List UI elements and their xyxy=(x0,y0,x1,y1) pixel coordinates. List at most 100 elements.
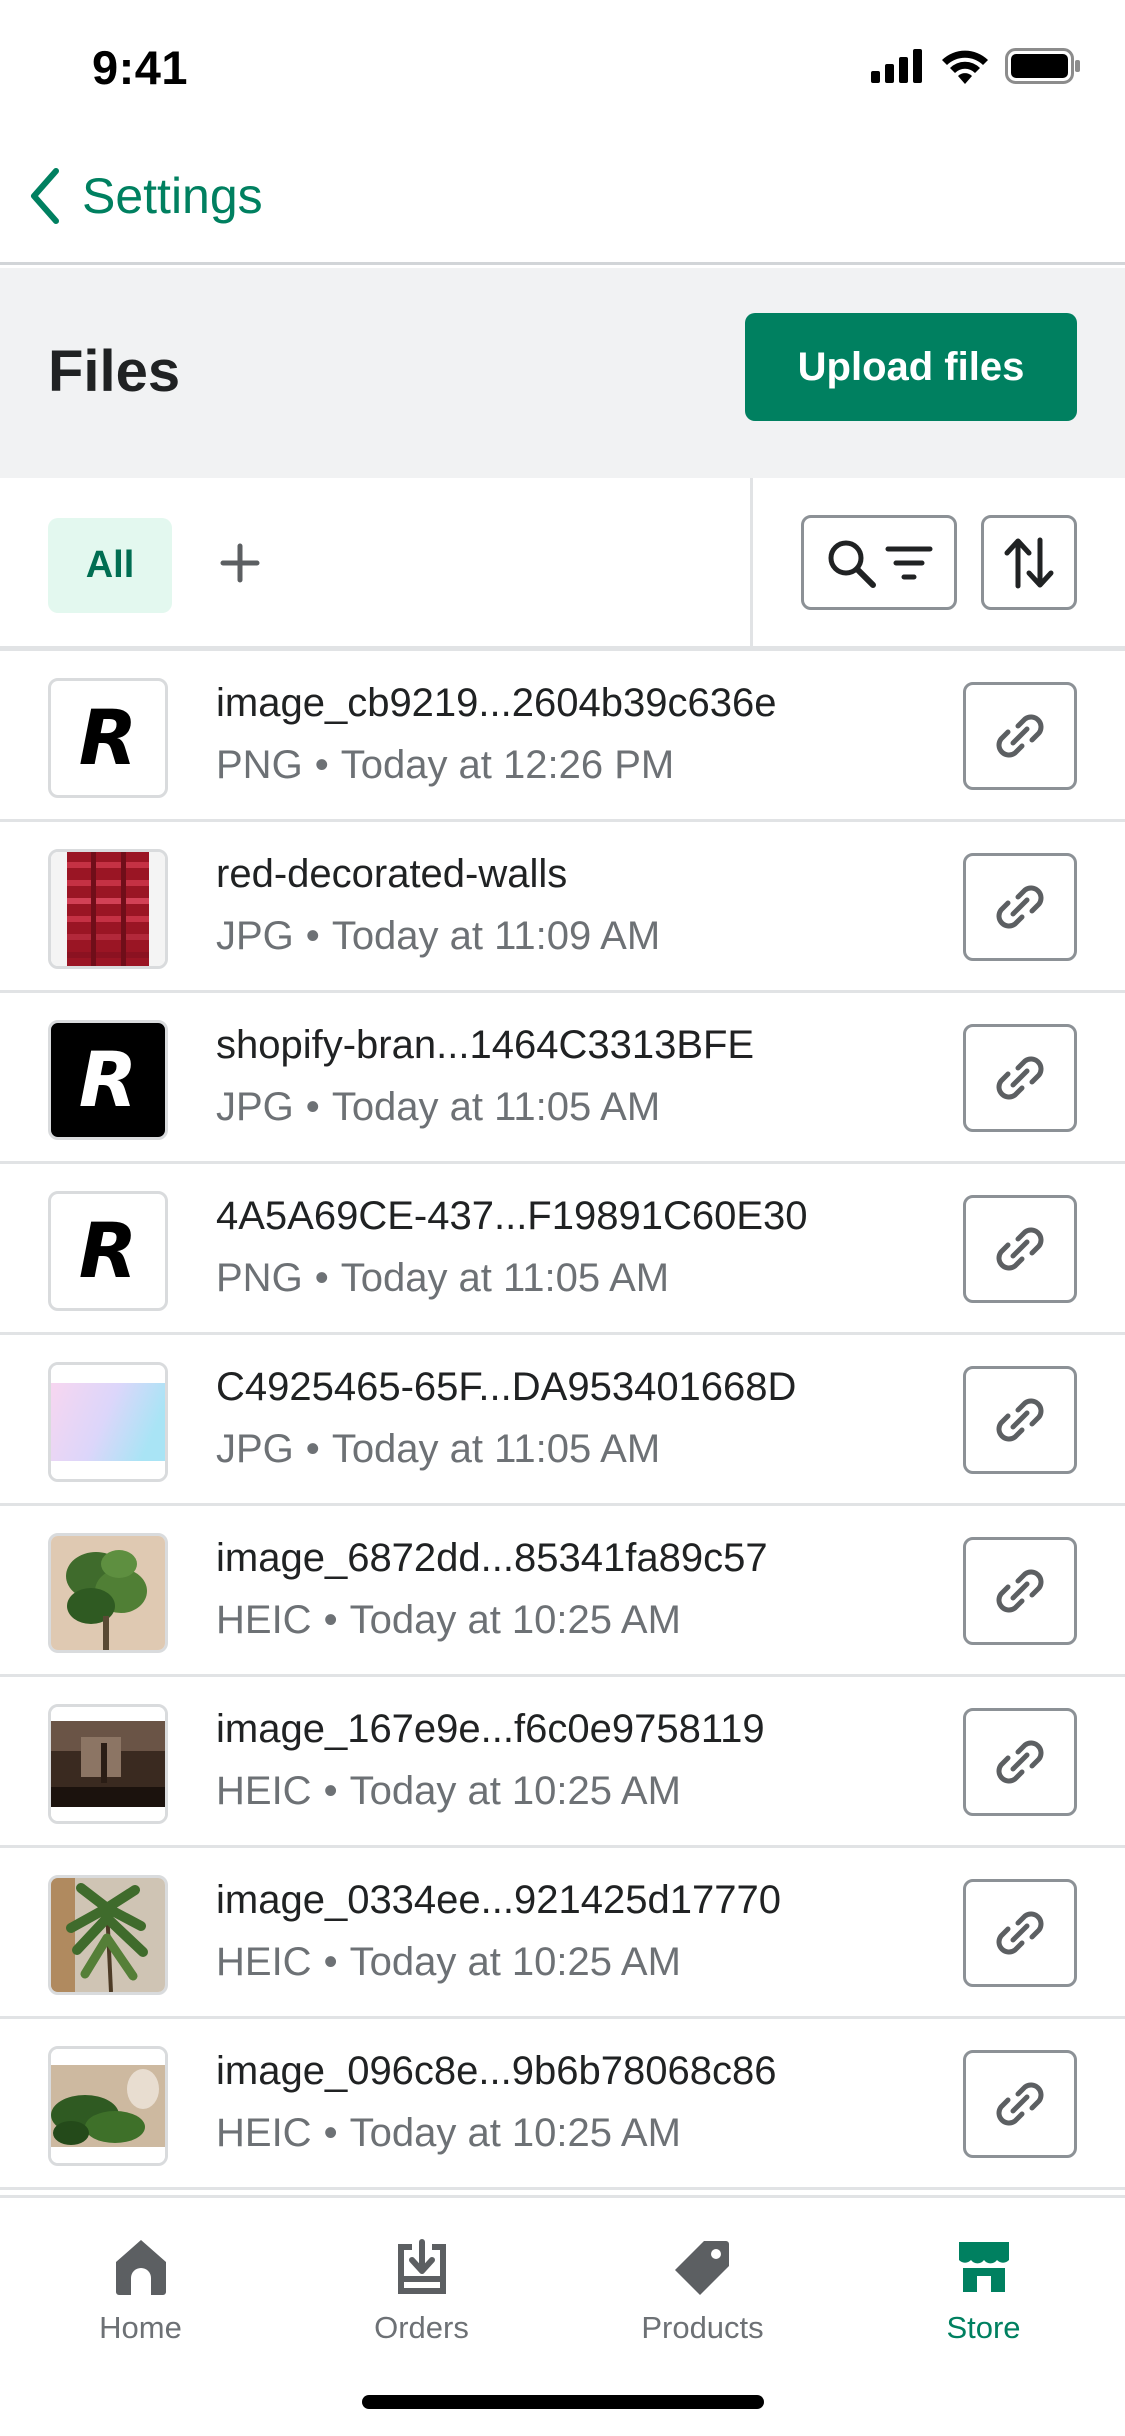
copy-link-button[interactable] xyxy=(963,1879,1077,1987)
copy-link-button[interactable] xyxy=(963,1195,1077,1303)
file-row[interactable]: C4925465-65F...DA953401668D JPG • Today at… xyxy=(0,1335,1125,1506)
file-name: image_6872dd...85341fa89c57 xyxy=(216,1536,768,1580)
r-logo-image: R xyxy=(78,1206,138,1295)
file-row[interactable]: image_0334ee...921425d17770 HEIC • Today a… xyxy=(0,1848,1125,2019)
file-row[interactable]: R shopify-bran...1464C3313BFE JPG • Today … xyxy=(0,993,1125,1164)
r-logo-image: R xyxy=(78,1035,138,1124)
file-meta: HEIC • Today at 10:25 AM xyxy=(216,1769,681,1813)
home-indicator xyxy=(362,2395,764,2409)
dark-room-photo xyxy=(51,1707,165,1821)
file-meta: PNG • Today at 11:05 AM xyxy=(216,1256,670,1300)
files-screen: 9:41 Settings Files Upload files All R i… xyxy=(0,0,1125,2436)
page-header: Files Upload files xyxy=(0,268,1125,478)
file-name: image_167e9e...f6c0e9758119 xyxy=(216,1707,765,1751)
page-title: Files xyxy=(48,339,181,404)
copy-link-button[interactable] xyxy=(963,682,1077,790)
tab-label: Store xyxy=(946,2310,1021,2345)
tab-label: Orders xyxy=(374,2310,469,2345)
file-meta: JPG • Today at 11:05 AM xyxy=(216,1085,661,1129)
search-icon xyxy=(828,540,876,588)
link-icon xyxy=(996,1740,1044,1784)
file-name: image_096c8e...9b6b78068c86 xyxy=(216,2049,777,2093)
file-row[interactable]: R image_cb9219...2604b39c636e PNG • Today … xyxy=(0,651,1125,822)
file-type: JPG xyxy=(216,914,294,958)
file-type: PNG xyxy=(216,1256,303,1300)
file-thumbnail xyxy=(48,1362,168,1482)
navigation-bar: Settings xyxy=(0,135,1125,265)
file-type: HEIC xyxy=(216,1940,312,1984)
copy-link-button[interactable] xyxy=(963,1537,1077,1645)
sort-icon xyxy=(1004,537,1054,588)
sort-button[interactable] xyxy=(981,515,1077,610)
file-thumbnail: R xyxy=(48,678,168,798)
file-date: Today at 11:05 AM xyxy=(340,1256,670,1300)
tab-all[interactable]: All xyxy=(48,518,172,613)
add-view-button[interactable] xyxy=(205,528,275,598)
status-icons xyxy=(871,48,1081,84)
back-label: Settings xyxy=(82,168,263,224)
battery-icon xyxy=(1005,48,1080,84)
plant-photo xyxy=(51,1536,165,1650)
chevron-left-icon xyxy=(31,168,59,224)
file-row[interactable]: image_096c8e...9b6b78068c86 HEIC • Today a… xyxy=(0,2019,1125,2190)
copy-link-button[interactable] xyxy=(963,1708,1077,1816)
file-type: HEIC xyxy=(216,1769,312,1813)
file-thumbnail xyxy=(48,1875,168,1995)
file-date: Today at 10:25 AM xyxy=(349,1598,681,1642)
link-icon xyxy=(996,714,1044,758)
tab-home[interactable]: Home xyxy=(0,2238,281,2346)
link-icon xyxy=(996,885,1044,929)
status-bar: 9:41 xyxy=(0,0,1125,135)
file-date: Today at 12:26 PM xyxy=(340,743,675,787)
file-date: Today at 11:09 AM xyxy=(331,914,661,958)
filter-icon xyxy=(885,546,933,579)
link-icon xyxy=(996,1911,1044,1955)
file-meta: JPG • Today at 11:05 AM xyxy=(216,1427,661,1471)
file-thumbnail xyxy=(48,1704,168,1824)
file-row[interactable]: image_167e9e...f6c0e9758119 HEIC • Today a… xyxy=(0,1677,1125,1848)
file-meta: HEIC • Today at 10:25 AM xyxy=(216,2111,681,2155)
plus-icon xyxy=(220,543,260,583)
file-meta: JPG • Today at 11:09 AM xyxy=(216,914,661,958)
search-filter-button[interactable] xyxy=(801,515,957,610)
copy-link-button[interactable] xyxy=(963,1024,1077,1132)
file-row[interactable]: image_6872dd...85341fa89c57 HEIC • Today a… xyxy=(0,1506,1125,1677)
link-icon xyxy=(996,1056,1044,1100)
pastel-gradient-image xyxy=(51,1365,165,1479)
tab-orders[interactable]: Orders xyxy=(281,2238,562,2346)
file-type: JPG xyxy=(216,1427,294,1471)
tab-store[interactable]: Store xyxy=(843,2238,1124,2346)
link-icon xyxy=(996,1569,1044,1613)
tabs-row: All xyxy=(0,478,1125,651)
file-type: HEIC xyxy=(216,1598,312,1642)
link-icon xyxy=(996,2082,1044,2126)
copy-link-button[interactable] xyxy=(963,2050,1077,2158)
copy-link-button[interactable] xyxy=(963,853,1077,961)
file-thumbnail: R xyxy=(48,1020,168,1140)
file-meta: HEIC • Today at 10:25 AM xyxy=(216,1940,681,1984)
file-list: R image_cb9219...2604b39c636e PNG • Today … xyxy=(0,651,1125,2190)
copy-link-button[interactable] xyxy=(963,1366,1077,1474)
file-date: Today at 11:05 AM xyxy=(331,1427,661,1471)
tag-icon xyxy=(674,2241,729,2295)
file-name: red-decorated-walls xyxy=(216,852,568,896)
file-date: Today at 11:05 AM xyxy=(331,1085,661,1129)
file-row[interactable]: red-decorated-walls JPG • Today at 11:09 A… xyxy=(0,822,1125,993)
home-icon xyxy=(115,2240,166,2295)
orders-icon xyxy=(397,2239,446,2294)
tab-label: Products xyxy=(641,2310,764,2345)
cellular-signal-icon xyxy=(871,49,922,83)
file-meta: HEIC • Today at 10:25 AM xyxy=(216,1598,681,1642)
file-name: image_cb9219...2604b39c636e xyxy=(216,681,777,725)
file-row[interactable]: R 4A5A69CE-437...F19891C60E30 PNG • Today … xyxy=(0,1164,1125,1335)
file-type: HEIC xyxy=(216,2111,312,2155)
monstera-photo xyxy=(51,2049,165,2163)
upload-files-button[interactable]: Upload files xyxy=(745,313,1077,421)
r-logo-image: R xyxy=(78,693,138,782)
file-thumbnail xyxy=(48,849,168,969)
file-name: image_0334ee...921425d17770 xyxy=(216,1878,781,1922)
file-date: Today at 10:25 AM xyxy=(349,1769,681,1813)
tab-products[interactable]: Products xyxy=(562,2238,843,2346)
file-name: C4925465-65F...DA953401668D xyxy=(216,1365,797,1409)
back-button[interactable]: Settings xyxy=(26,167,263,225)
